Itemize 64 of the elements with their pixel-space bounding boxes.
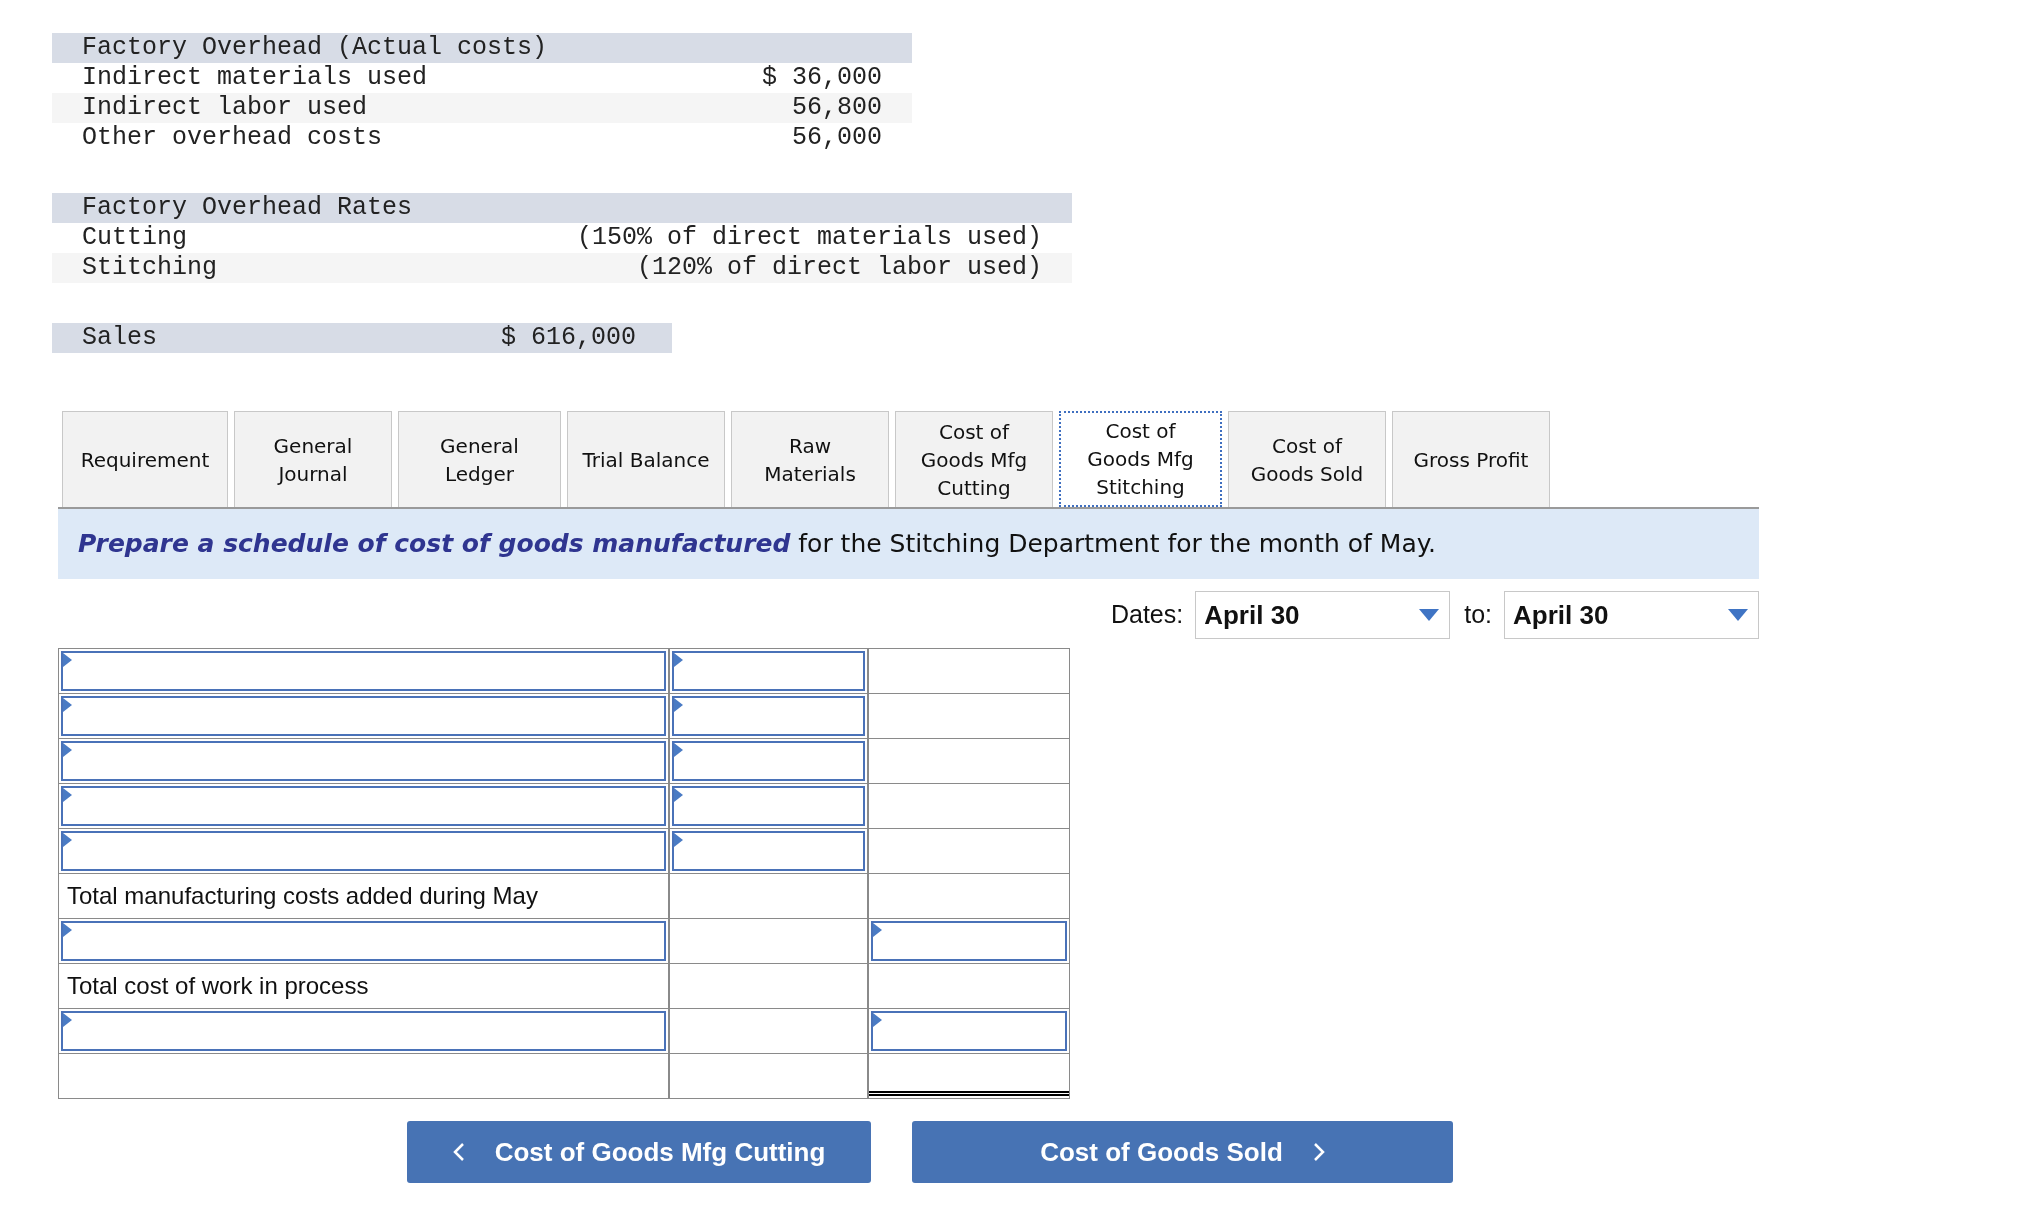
- select-field[interactable]: [672, 831, 865, 871]
- instruction-sentence: Prepare a schedule of cost of goods manufactured for the Stitching Department for the month of May.: [78, 528, 1436, 561]
- triangle-icon: [63, 788, 72, 802]
- item-amount: 56,000: [792, 123, 882, 153]
- select-field[interactable]: [871, 921, 1067, 961]
- item-label: Sales: [82, 323, 157, 353]
- item-label: Stitching: [82, 253, 218, 283]
- tab[interactable]: Cost of Goods Mfg Cutting: [895, 411, 1053, 507]
- caret-icon: [1728, 609, 1748, 621]
- select-field[interactable]: [61, 786, 666, 826]
- tab[interactable]: Trial Balance: [567, 411, 725, 507]
- tab[interactable]: General Ledger: [398, 411, 561, 507]
- triangle-icon: [63, 698, 72, 712]
- item-label: Indirect labor used: [82, 93, 368, 123]
- tab[interactable]: General Journal: [234, 411, 392, 507]
- date-dropdown[interactable]: April 30: [1504, 591, 1759, 639]
- to-label: to:: [1464, 599, 1492, 631]
- chevron-left-icon: [452, 1142, 465, 1162]
- select-field[interactable]: [61, 921, 666, 961]
- section-header: Factory Overhead (Actual costs): [52, 33, 912, 63]
- triangle-icon: [873, 923, 882, 937]
- select-field[interactable]: [61, 741, 666, 781]
- item-label: Indirect materials used: [82, 63, 428, 93]
- select-field[interactable]: [61, 831, 666, 871]
- triangle-icon: [63, 923, 72, 937]
- dates-label: Dates:: [1110, 599, 1184, 631]
- next-button[interactable]: Cost of Goods Sold: [912, 1121, 1453, 1183]
- triangle-icon: [674, 788, 683, 802]
- triangle-icon: [63, 833, 72, 847]
- row-label: Total cost of work in process: [67, 971, 369, 1001]
- triangle-icon: [674, 833, 683, 847]
- select-field[interactable]: [61, 696, 666, 736]
- tab[interactable]: Gross Profit: [1392, 411, 1550, 507]
- select-field[interactable]: [672, 696, 865, 736]
- tab[interactable]: Raw Materials: [731, 411, 889, 507]
- triangle-icon: [674, 698, 683, 712]
- section-header: Factory Overhead Rates: [52, 193, 1072, 223]
- item-rate: (150% of direct materials used): [576, 223, 1042, 253]
- select-field[interactable]: [61, 651, 666, 691]
- select-field[interactable]: [672, 786, 865, 826]
- row-label: Total manufacturing costs added during May: [67, 881, 538, 911]
- triangle-icon: [63, 743, 72, 757]
- triangle-icon: [674, 743, 683, 757]
- caret-icon: [1419, 609, 1440, 621]
- item-amount: $ 36,000: [761, 63, 882, 93]
- item-amount: $ 616,000: [500, 323, 636, 353]
- tab[interactable]: Requirement: [62, 411, 228, 507]
- triangle-icon: [873, 1013, 882, 1027]
- item-label: Cutting: [82, 223, 188, 253]
- date-dropdown[interactable]: April 30: [1195, 591, 1451, 639]
- select-field[interactable]: [672, 651, 865, 691]
- select-field[interactable]: [672, 741, 865, 781]
- triangle-icon: [63, 653, 72, 667]
- select-field[interactable]: [61, 1011, 666, 1051]
- triangle-icon: [63, 1013, 72, 1027]
- select-field[interactable]: [871, 1011, 1067, 1051]
- tab[interactable]: Cost of Goods Sold: [1228, 411, 1386, 507]
- item-rate: (120% of direct labor used): [636, 253, 1042, 283]
- item-label: Other overhead costs: [82, 123, 383, 153]
- previous-button[interactable]: Cost of Goods Mfg Cutting: [407, 1121, 871, 1183]
- chevron-right-icon: [1312, 1142, 1325, 1162]
- item-amount: 56,800: [792, 93, 882, 123]
- triangle-icon: [674, 653, 683, 667]
- tab[interactable]: Cost of Goods Mfg Stitching: [1059, 411, 1222, 507]
